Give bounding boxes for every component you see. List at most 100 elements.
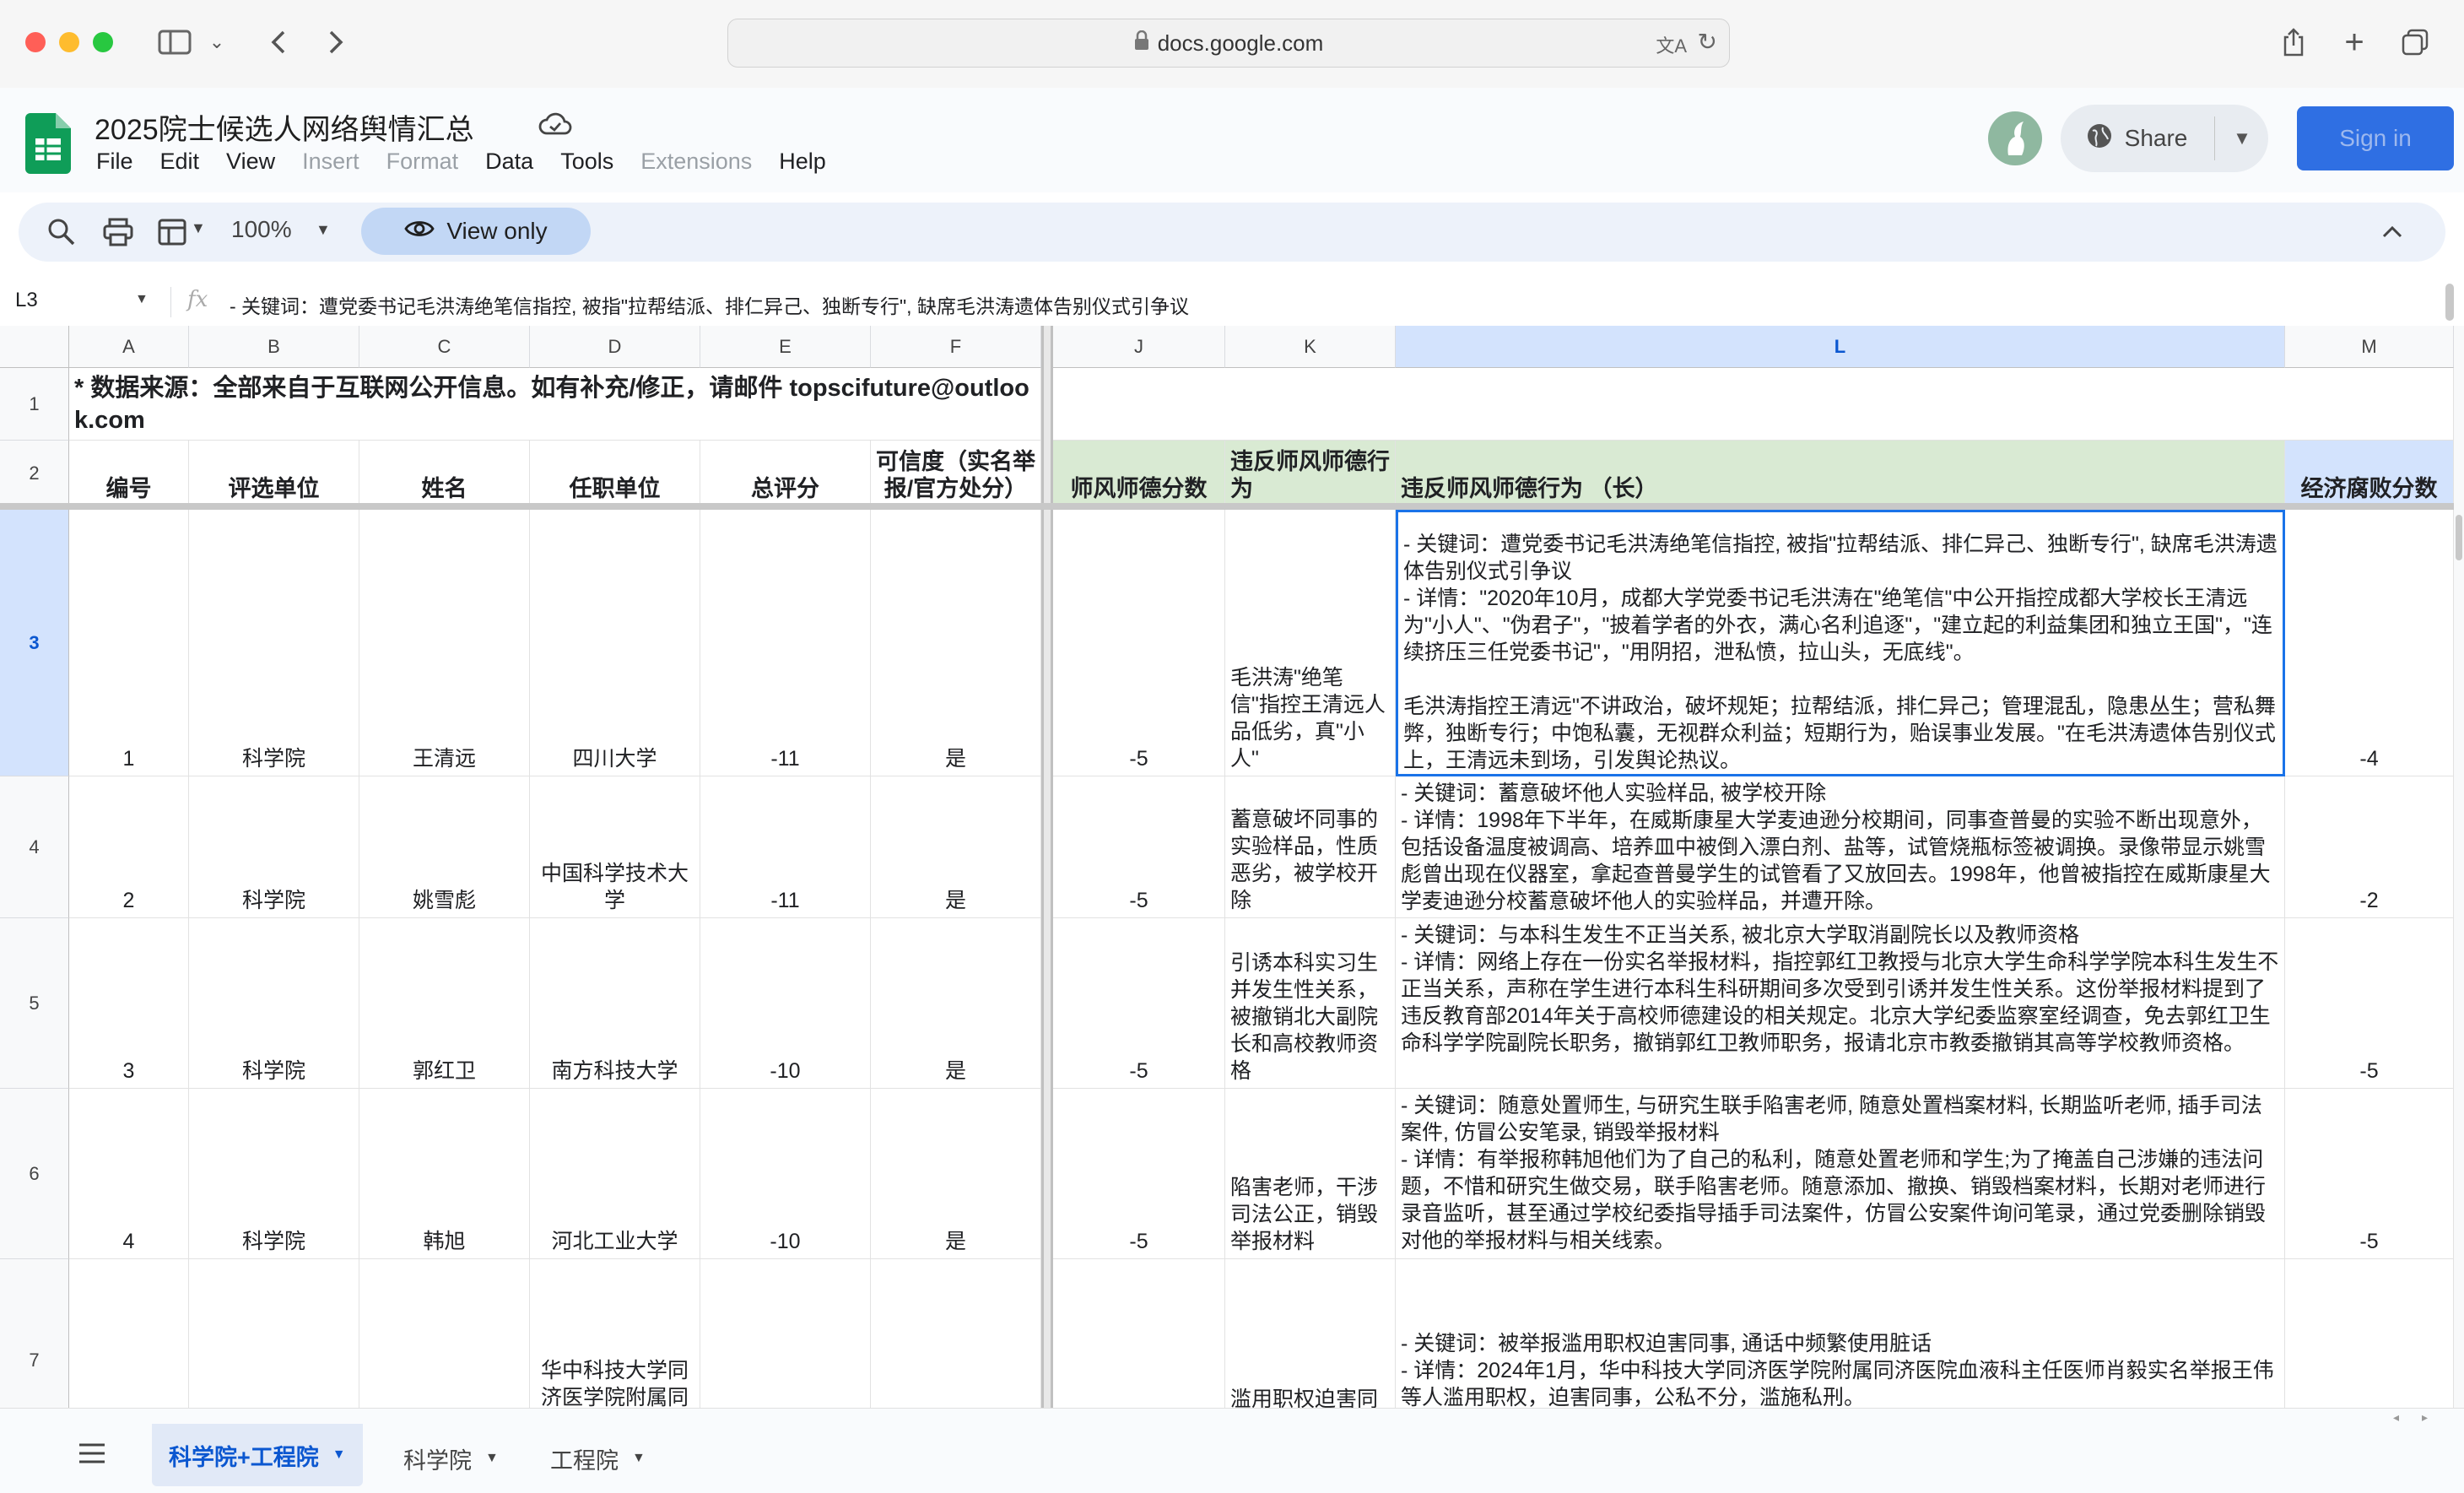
- frozen-column-divider[interactable]: [1041, 326, 1053, 1408]
- column-header-b[interactable]: B: [189, 326, 359, 368]
- cell-m4[interactable]: -2: [2285, 776, 2454, 918]
- header-cell-credibility[interactable]: 可信度（实名举报/官方处分）: [871, 441, 1041, 506]
- row-header-2[interactable]: 2: [0, 441, 69, 506]
- cell-l6[interactable]: - 关键词：随意处置师生, 与研究生联手陷害老师, 随意处置档案材料, 长期监听…: [1396, 1089, 2285, 1259]
- chevron-down-icon[interactable]: ▼: [191, 219, 206, 237]
- table-format-icon[interactable]: [157, 218, 187, 251]
- cell-f7[interactable]: [871, 1259, 1041, 1408]
- column-header-m[interactable]: M: [2285, 326, 2454, 368]
- row-header-1[interactable]: 1: [0, 368, 69, 441]
- cell-c5[interactable]: 郭红卫: [359, 918, 530, 1089]
- frozen-row-divider[interactable]: [0, 503, 2454, 510]
- column-header-l[interactable]: L: [1396, 326, 2285, 368]
- all-sheets-menu-icon[interactable]: [78, 1442, 106, 1469]
- column-header-e[interactable]: E: [700, 326, 871, 368]
- menu-help[interactable]: Help: [779, 149, 826, 175]
- cell-l7[interactable]: - 关键词：被举报滥用职权迫害同事, 通话中频繁使用脏话 - 详情：2024年1…: [1396, 1259, 2285, 1408]
- cell-f5[interactable]: 是: [871, 918, 1041, 1089]
- forward-icon[interactable]: [319, 22, 353, 62]
- collapse-toolbar-icon[interactable]: [2381, 214, 2403, 255]
- minimize-window-button[interactable]: [59, 32, 79, 52]
- cell-a1-note[interactable]: * 数据来源：全部来自于互联网公开信息。如有补充/修正，请邮件 topscifu…: [69, 368, 1041, 441]
- cell-m6[interactable]: -5: [2285, 1089, 2454, 1259]
- header-cell-name[interactable]: 姓名: [359, 441, 530, 506]
- close-window-button[interactable]: [25, 32, 46, 52]
- cell-j6[interactable]: -5: [1053, 1089, 1225, 1259]
- header-cell-employer[interactable]: 任职单位: [530, 441, 700, 506]
- header-cell-id[interactable]: 编号: [69, 441, 189, 506]
- header-cell-unit[interactable]: 评选单位: [189, 441, 359, 506]
- cell-c6[interactable]: 韩旭: [359, 1089, 530, 1259]
- header-cell-ethics-score[interactable]: 师风师德分数: [1053, 441, 1225, 506]
- column-header-k[interactable]: K: [1225, 326, 1396, 368]
- sign-in-button[interactable]: Sign in: [2297, 106, 2454, 170]
- cell-j7[interactable]: [1053, 1259, 1225, 1408]
- url-bar[interactable]: docs.google.com 文A ↻: [727, 19, 1730, 68]
- cell-d7[interactable]: 华中科技大学同济医学院附属同济医院: [530, 1259, 700, 1408]
- row-header-6[interactable]: 6: [0, 1089, 69, 1259]
- formula-input[interactable]: - 关键词：遭党委书记毛洪涛绝笔信指控, 被指"拉帮结派、排仁异己、独断专行",…: [230, 290, 1189, 319]
- vertical-scrollbar-thumb[interactable]: [2456, 515, 2462, 560]
- cell-a5[interactable]: 3: [69, 918, 189, 1089]
- avatar[interactable]: [1988, 111, 2042, 165]
- share-dropdown-caret-icon[interactable]: ▼: [2218, 105, 2267, 172]
- cell-b5[interactable]: 科学院: [189, 918, 359, 1089]
- cell-a6[interactable]: 4: [69, 1089, 189, 1259]
- cell-j4[interactable]: -5: [1053, 776, 1225, 918]
- cell-a3[interactable]: 1: [69, 510, 189, 776]
- menu-extensions[interactable]: Extensions: [640, 149, 752, 175]
- zoom-select[interactable]: 100%: [231, 216, 292, 243]
- select-all-corner[interactable]: [0, 326, 69, 368]
- name-box-caret-icon[interactable]: ▼: [135, 292, 149, 307]
- formula-scrollbar[interactable]: [2445, 284, 2454, 321]
- cell-k5[interactable]: 引诱本科实习生并发生性关系，被撤销北大副院长和高校教师资格: [1225, 918, 1396, 1089]
- cell-row1-right[interactable]: [1053, 368, 2454, 441]
- cell-c3[interactable]: 王清远: [359, 510, 530, 776]
- cell-f3[interactable]: 是: [871, 510, 1041, 776]
- chevron-down-icon[interactable]: ▼: [632, 1451, 646, 1466]
- cell-a4[interactable]: 2: [69, 776, 189, 918]
- row-header-3[interactable]: 3: [0, 510, 69, 776]
- cell-e3[interactable]: -11: [700, 510, 871, 776]
- header-cell-total-score[interactable]: 总评分: [700, 441, 871, 506]
- menu-format[interactable]: Format: [386, 149, 459, 175]
- sidebar-toggle-icon[interactable]: [154, 22, 196, 62]
- cell-k6[interactable]: 陷害老师，干涉司法公正，销毁举报材料: [1225, 1089, 1396, 1259]
- menu-edit[interactable]: Edit: [160, 149, 200, 175]
- cell-b7[interactable]: [189, 1259, 359, 1408]
- back-icon[interactable]: [262, 22, 295, 62]
- menu-tools[interactable]: Tools: [560, 149, 613, 175]
- view-only-button[interactable]: View only: [361, 208, 591, 255]
- zoom-caret-icon[interactable]: ▼: [316, 221, 331, 239]
- tab-engineering[interactable]: 工程院 ▼: [533, 1431, 662, 1486]
- tab-overview-icon[interactable]: [2396, 22, 2434, 62]
- scroll-left-icon[interactable]: ◂: [2393, 1410, 2399, 1425]
- new-tab-icon[interactable]: +: [2336, 22, 2373, 62]
- cell-b3[interactable]: 科学院: [189, 510, 359, 776]
- reload-icon[interactable]: ↻: [1698, 28, 1717, 56]
- cell-k3[interactable]: 毛洪涛"绝笔信"指控王清远人品低劣，真"小人": [1225, 510, 1396, 776]
- cell-m3[interactable]: -4: [2285, 510, 2454, 776]
- document-title[interactable]: 2025院士候选人网络舆情汇总: [95, 106, 474, 148]
- menu-insert[interactable]: Insert: [302, 149, 359, 175]
- cell-e7[interactable]: [700, 1259, 871, 1408]
- cell-c4[interactable]: 姚雪彪: [359, 776, 530, 918]
- cell-j5[interactable]: -5: [1053, 918, 1225, 1089]
- cell-m5[interactable]: -5: [2285, 918, 2454, 1089]
- menu-view[interactable]: View: [226, 149, 275, 175]
- cell-e5[interactable]: -10: [700, 918, 871, 1089]
- sheets-logo-icon[interactable]: [25, 113, 71, 178]
- share-page-icon[interactable]: [2275, 22, 2312, 62]
- share-button[interactable]: Share: [2061, 105, 2213, 172]
- header-cell-corruption-score[interactable]: 经济腐败分数: [2285, 441, 2454, 506]
- cell-e4[interactable]: -11: [700, 776, 871, 918]
- search-icon[interactable]: [47, 218, 76, 251]
- scroll-right-icon[interactable]: ▸: [2422, 1410, 2428, 1425]
- cell-l4[interactable]: - 关键词：蓄意破坏他人实验样品, 被学校开除 - 详情：1998年下半年，在威…: [1396, 776, 2285, 918]
- column-header-c[interactable]: C: [359, 326, 530, 368]
- header-cell-ethics-violation[interactable]: 违反师风师德行为: [1225, 441, 1396, 506]
- column-header-d[interactable]: D: [530, 326, 700, 368]
- zoom-window-button[interactable]: [93, 32, 113, 52]
- translate-icon[interactable]: 文A: [1656, 31, 1687, 58]
- menu-data[interactable]: Data: [485, 149, 533, 175]
